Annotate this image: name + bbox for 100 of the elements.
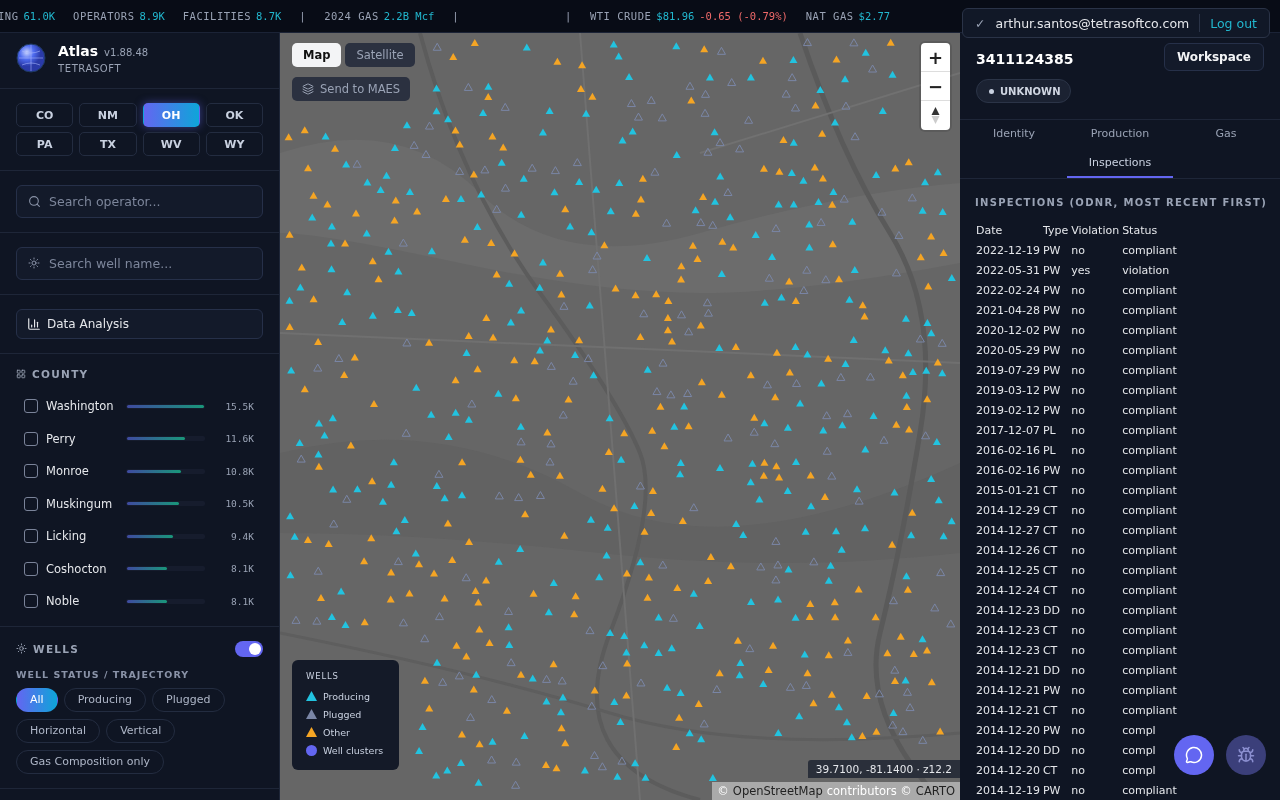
table-cell-text: compliant <box>1122 502 1178 519</box>
data-analysis-button[interactable]: Data Analysis <box>16 309 263 339</box>
panel-tab[interactable]: Identity <box>961 120 1067 149</box>
table-cell-text: 2016-02-16 <box>976 442 1041 459</box>
well-id: 3411124385 <box>976 51 1074 67</box>
table-cell: 2014-12-23 <box>976 620 1043 640</box>
layer-tab[interactable]: Satellite <box>345 43 415 67</box>
table-cell: no <box>1071 580 1123 600</box>
user-email: arthur.santos@tetrasoftco.com <box>995 15 1190 31</box>
table-cell-text: PW <box>1042 242 1062 259</box>
ticker-divider: | <box>299 10 307 22</box>
table-cell-text: compliant <box>1122 622 1178 639</box>
table-cell-text: PW <box>1042 362 1062 379</box>
zoom-in-button[interactable]: + <box>921 43 950 72</box>
state-button[interactable]: NM <box>79 103 137 127</box>
app-name: Atlas <box>58 43 99 59</box>
ticker-divider: | <box>565 10 572 22</box>
ticker-label: OPERATORS <box>73 10 135 22</box>
legend-title: WELLS <box>306 671 340 681</box>
state-button[interactable]: CO <box>16 103 74 127</box>
table-cell-text: 2022-12-19 <box>976 242 1041 259</box>
legend-label: Well clusters <box>323 744 384 756</box>
table-cell: no <box>1071 640 1123 660</box>
table-cell-text: 2014-12-19 <box>976 782 1041 799</box>
table-cell-text: CT <box>1042 482 1059 499</box>
table-cell: no <box>1071 600 1123 620</box>
table-cell-text: compliant <box>1122 362 1178 379</box>
section-title: INSPECTIONS (ODNR, MOST RECENT FIRST) <box>974 196 1269 210</box>
ticker-label: NAT GAS <box>805 10 854 22</box>
attribution-link[interactable]: OpenStreetMap <box>732 784 823 798</box>
state-button[interactable]: TX <box>79 132 137 156</box>
county-count: 10.5K <box>225 498 254 510</box>
zoom-out-button[interactable]: − <box>921 72 950 101</box>
check-mark: ✓ <box>975 15 986 31</box>
table-cell-text: CT <box>1042 582 1059 599</box>
table-cell-text: 2014-12-21 <box>976 682 1041 699</box>
table-cell: no <box>1071 720 1123 740</box>
table-cell-text: violation <box>1122 262 1171 279</box>
table-cell-text: 2021-04-28 <box>976 302 1041 319</box>
panel-tab[interactable]: Production <box>1067 120 1173 149</box>
table-cell-text: CT <box>1042 762 1059 779</box>
workspace-button[interactable]: Workspace <box>1163 43 1264 71</box>
county-count: 8.1K <box>231 563 254 575</box>
table-cell-text: compliant <box>1122 542 1178 559</box>
attribution-link[interactable]: CARTO <box>915 784 955 798</box>
table-cell: 2014-12-20 <box>976 760 1043 780</box>
ticker-label: FACILITIES <box>182 10 251 22</box>
table-cell-text: compl <box>1122 742 1157 759</box>
table-cell: no <box>1071 440 1123 460</box>
table-cell: no <box>1071 420 1123 440</box>
table-cell-text: CT <box>1042 562 1059 579</box>
table-cell-text: PW <box>1042 282 1062 299</box>
logout-link[interactable]: Log out <box>1210 15 1257 31</box>
state-button[interactable]: WV <box>142 132 200 156</box>
state-button[interactable]: WY <box>205 132 263 156</box>
county-count: 9.4K <box>231 530 254 542</box>
panel-tab[interactable]: Gas <box>1173 120 1279 149</box>
county-name: Perry <box>46 431 77 446</box>
table-cell: no <box>1071 240 1123 260</box>
table-cell-text: 2017-12-07 <box>976 422 1041 439</box>
attribution-text: © <box>717 784 729 798</box>
table-cell-text: compliant <box>1122 482 1178 499</box>
legend-label: Plugged <box>323 708 362 720</box>
county-name: Licking <box>46 529 88 544</box>
table-cell: no <box>1071 540 1123 560</box>
table-cell-text: DD <box>1042 662 1061 679</box>
table-cell-text: 2019-03-12 <box>976 382 1041 399</box>
state-button[interactable]: OH <box>142 103 200 127</box>
table-cell-text: 2014-12-20 <box>976 742 1041 759</box>
table-cell: no <box>1071 500 1123 520</box>
well-search-field[interactable]: Search well name... <box>16 247 263 280</box>
table-cell: no <box>1071 620 1123 640</box>
table-cell-text: compliant <box>1122 682 1178 699</box>
table-cell: no <box>1071 680 1123 700</box>
table-cell-text: compliant <box>1122 282 1178 299</box>
ticker-change: -0.65 (-0.79%) <box>699 10 788 22</box>
table-cell-text: CT <box>1042 542 1059 559</box>
table-cell-text: 2016-02-16 <box>976 462 1041 479</box>
table-cell-text: PW <box>1042 322 1062 339</box>
table-cell-text: compliant <box>1122 602 1178 619</box>
legend-label: Producing <box>323 690 371 702</box>
layer-tab[interactable]: Map <box>292 43 342 67</box>
send-button[interactable]: Send to MAES <box>292 77 411 101</box>
table-cell-text: compliant <box>1122 662 1178 679</box>
table-cell-text: 2014-12-21 <box>976 662 1041 679</box>
table-cell-text: 2019-07-29 <box>976 362 1041 379</box>
filter-chip[interactable]: All <box>16 687 58 712</box>
column-header: Date <box>976 220 1043 240</box>
panel-tab[interactable]: Inspections <box>1067 149 1173 178</box>
table-cell-text: 2020-12-02 <box>976 322 1041 339</box>
ticker-divider: | <box>452 10 460 22</box>
table-cell-text: PW <box>1042 682 1062 699</box>
table-cell-text: compliant <box>1122 462 1178 479</box>
table-cell-text: PW <box>1042 302 1062 319</box>
table-cell-text: compliant <box>1122 422 1178 439</box>
state-button[interactable]: OK <box>205 103 263 127</box>
operator-search-field[interactable]: Search operator... <box>16 185 263 218</box>
table-cell: no <box>1071 380 1123 400</box>
county-count: 15.5K <box>225 400 254 412</box>
state-button[interactable]: PA <box>16 132 74 156</box>
